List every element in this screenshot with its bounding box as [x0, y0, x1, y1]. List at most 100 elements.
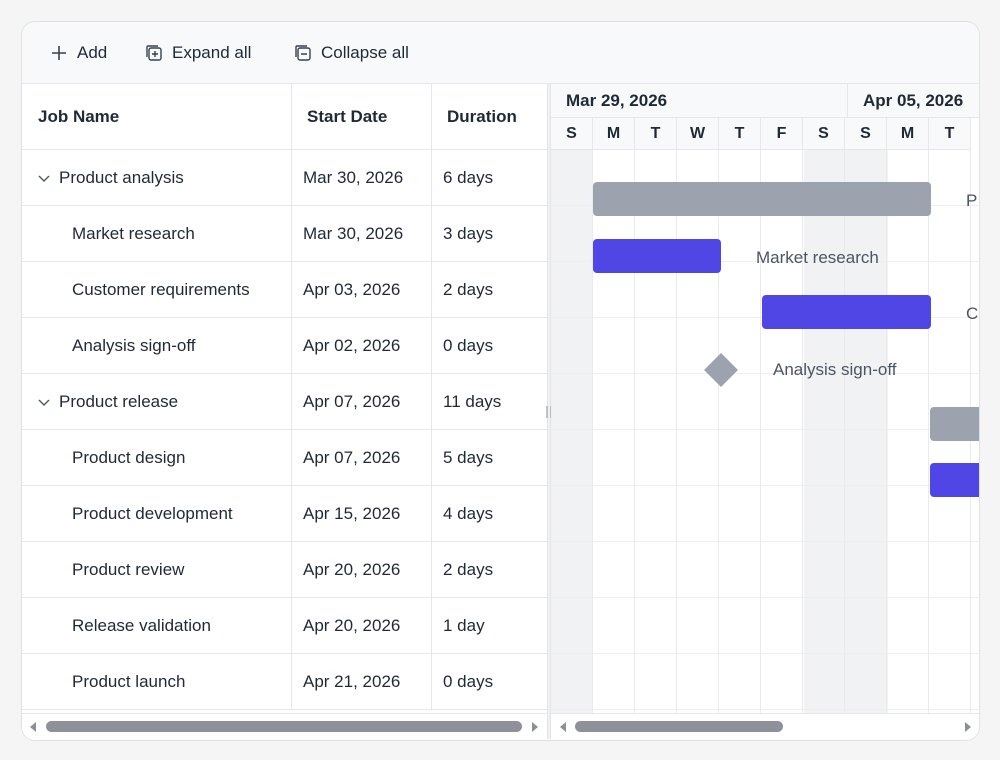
duration-cell: 6 days [432, 150, 547, 206]
job-name-cell: Analysis sign-off [22, 318, 292, 374]
collapse-all-button[interactable]: Collapse all [294, 22, 409, 83]
weekend-shading [551, 150, 593, 713]
job-name-cell: Market research [22, 206, 292, 262]
summary-bar-product-release[interactable] [930, 407, 979, 441]
timeline-day-header: T [719, 118, 761, 150]
row-gridline [551, 653, 979, 654]
task-bar-market-research[interactable] [593, 239, 721, 273]
job-name-cell: Product design [22, 430, 292, 486]
row-gridline [551, 373, 979, 374]
column-header-duration[interactable]: Duration [432, 84, 547, 150]
table-row[interactable]: Product development Apr 15, 2026 4 days [22, 486, 547, 542]
column-gridline [718, 150, 719, 713]
duration-cell: 2 days [432, 542, 547, 598]
timeline-day-header: W [677, 118, 719, 150]
toolbar: Add Expand all Collapse all [22, 22, 979, 84]
duration-cell: 1 day [432, 598, 547, 654]
job-name-cell: Customer requirements [22, 262, 292, 318]
job-name: Product review [72, 559, 185, 579]
scroll-right-icon[interactable] [965, 722, 971, 732]
column-gridline [928, 150, 929, 713]
table-row[interactable]: Product review Apr 20, 2026 2 days [22, 542, 547, 598]
bar-label: Analysis sign-off [773, 360, 897, 379]
job-name: Release validation [72, 615, 211, 635]
column-header-start-date[interactable]: Start Date [292, 84, 432, 150]
table-row[interactable]: Analysis sign-off Apr 02, 2026 0 days [22, 318, 547, 374]
column-gridline [886, 150, 887, 713]
duration-cell: 11 days [432, 374, 547, 430]
duration-cell: 4 days [432, 486, 547, 542]
grid-horizontal-scrollbar[interactable] [22, 713, 547, 740]
start-date-cell: Apr 21, 2026 [292, 654, 432, 710]
gantt-chart: Add Expand all Collapse all Job Name Sta… [21, 21, 980, 741]
chevron-down-icon[interactable] [38, 392, 50, 412]
timeline-day-header: S [551, 118, 593, 150]
job-name-cell: Product development [22, 486, 292, 542]
task-bar-customer-requirements[interactable] [762, 295, 931, 329]
duration-cell: 3 days [432, 206, 547, 262]
table-row[interactable]: Customer requirements Apr 03, 2026 2 days [22, 262, 547, 318]
table-row[interactable]: Product release Apr 07, 2026 11 days [22, 374, 547, 430]
job-name-cell: Release validation [22, 598, 292, 654]
collapse-all-icon [295, 44, 311, 61]
bar-label: Market research [756, 248, 879, 267]
job-name: Product release [59, 391, 179, 411]
column-gridline [676, 150, 677, 713]
timeline-day-header: M [593, 118, 635, 150]
table-row[interactable]: Product design Apr 07, 2026 5 days [22, 430, 547, 486]
scrollbar-thumb[interactable] [46, 721, 522, 732]
job-name-cell: Product release [22, 374, 292, 430]
table-row[interactable]: Product analysis Mar 30, 2026 6 days [22, 150, 547, 206]
table-row[interactable]: Product launch Apr 21, 2026 0 days [22, 654, 547, 710]
row-gridline [551, 485, 979, 486]
milestone-analysis-signoff[interactable] [704, 353, 738, 387]
scroll-left-icon[interactable] [30, 722, 36, 732]
expand-all-icon [146, 44, 162, 61]
timeline-horizontal-scrollbar[interactable] [551, 713, 979, 740]
job-name-cell: Product launch [22, 654, 292, 710]
weekend-shading [804, 150, 888, 713]
timeline-day-header: S [803, 118, 845, 150]
add-label: Add [77, 42, 108, 62]
start-date-cell: Apr 07, 2026 [292, 374, 432, 430]
column-gridline [634, 150, 635, 713]
scroll-right-icon[interactable] [532, 722, 538, 732]
column-gridline [802, 150, 803, 713]
job-name: Market research [72, 223, 195, 243]
summary-bar-product-analysis[interactable] [593, 182, 931, 216]
row-gridline [551, 429, 979, 430]
bar-label: P [966, 191, 978, 210]
start-date-cell: Apr 20, 2026 [292, 542, 432, 598]
chevron-down-icon[interactable] [38, 168, 50, 188]
table-row[interactable]: Market research Mar 30, 2026 3 days [22, 206, 547, 262]
timeline-day-header: T [929, 118, 971, 150]
task-bar-product-design[interactable] [930, 463, 979, 497]
job-name-cell: Product review [22, 542, 292, 598]
row-gridline [551, 597, 979, 598]
scroll-left-icon[interactable] [560, 722, 566, 732]
task-grid: Job Name Start Date Duration Product ana… [22, 84, 547, 713]
job-name: Customer requirements [72, 279, 250, 299]
timeline-day-header: M [887, 118, 929, 150]
job-name-cell: Product analysis [22, 150, 292, 206]
table-row[interactable]: Release validation Apr 20, 2026 1 day [22, 598, 547, 654]
column-gridline [592, 150, 593, 713]
column-gridline [844, 150, 845, 713]
start-date-cell: Apr 15, 2026 [292, 486, 432, 542]
scrollbar-thumb[interactable] [575, 721, 783, 732]
plus-icon [52, 45, 66, 60]
column-gridline [760, 150, 761, 713]
job-name: Product analysis [59, 167, 184, 187]
gantt-timeline: Mar 29, 2026 Apr 05, 2026 SMTWTFSSMT P M… [551, 84, 979, 713]
duration-cell: 0 days [432, 318, 547, 374]
add-button[interactable]: Add [50, 22, 107, 83]
start-date-cell: Apr 03, 2026 [292, 262, 432, 318]
expand-all-label: Expand all [172, 42, 252, 62]
bar-label: C [966, 304, 979, 323]
expand-all-button[interactable]: Expand all [145, 22, 251, 83]
timeline-week-header: Apr 05, 2026 [848, 84, 979, 118]
column-header-job-name[interactable]: Job Name [22, 84, 292, 150]
job-name: Analysis sign-off [72, 335, 196, 355]
collapse-all-label: Collapse all [321, 42, 409, 62]
timeline-day-header: S [845, 118, 887, 150]
